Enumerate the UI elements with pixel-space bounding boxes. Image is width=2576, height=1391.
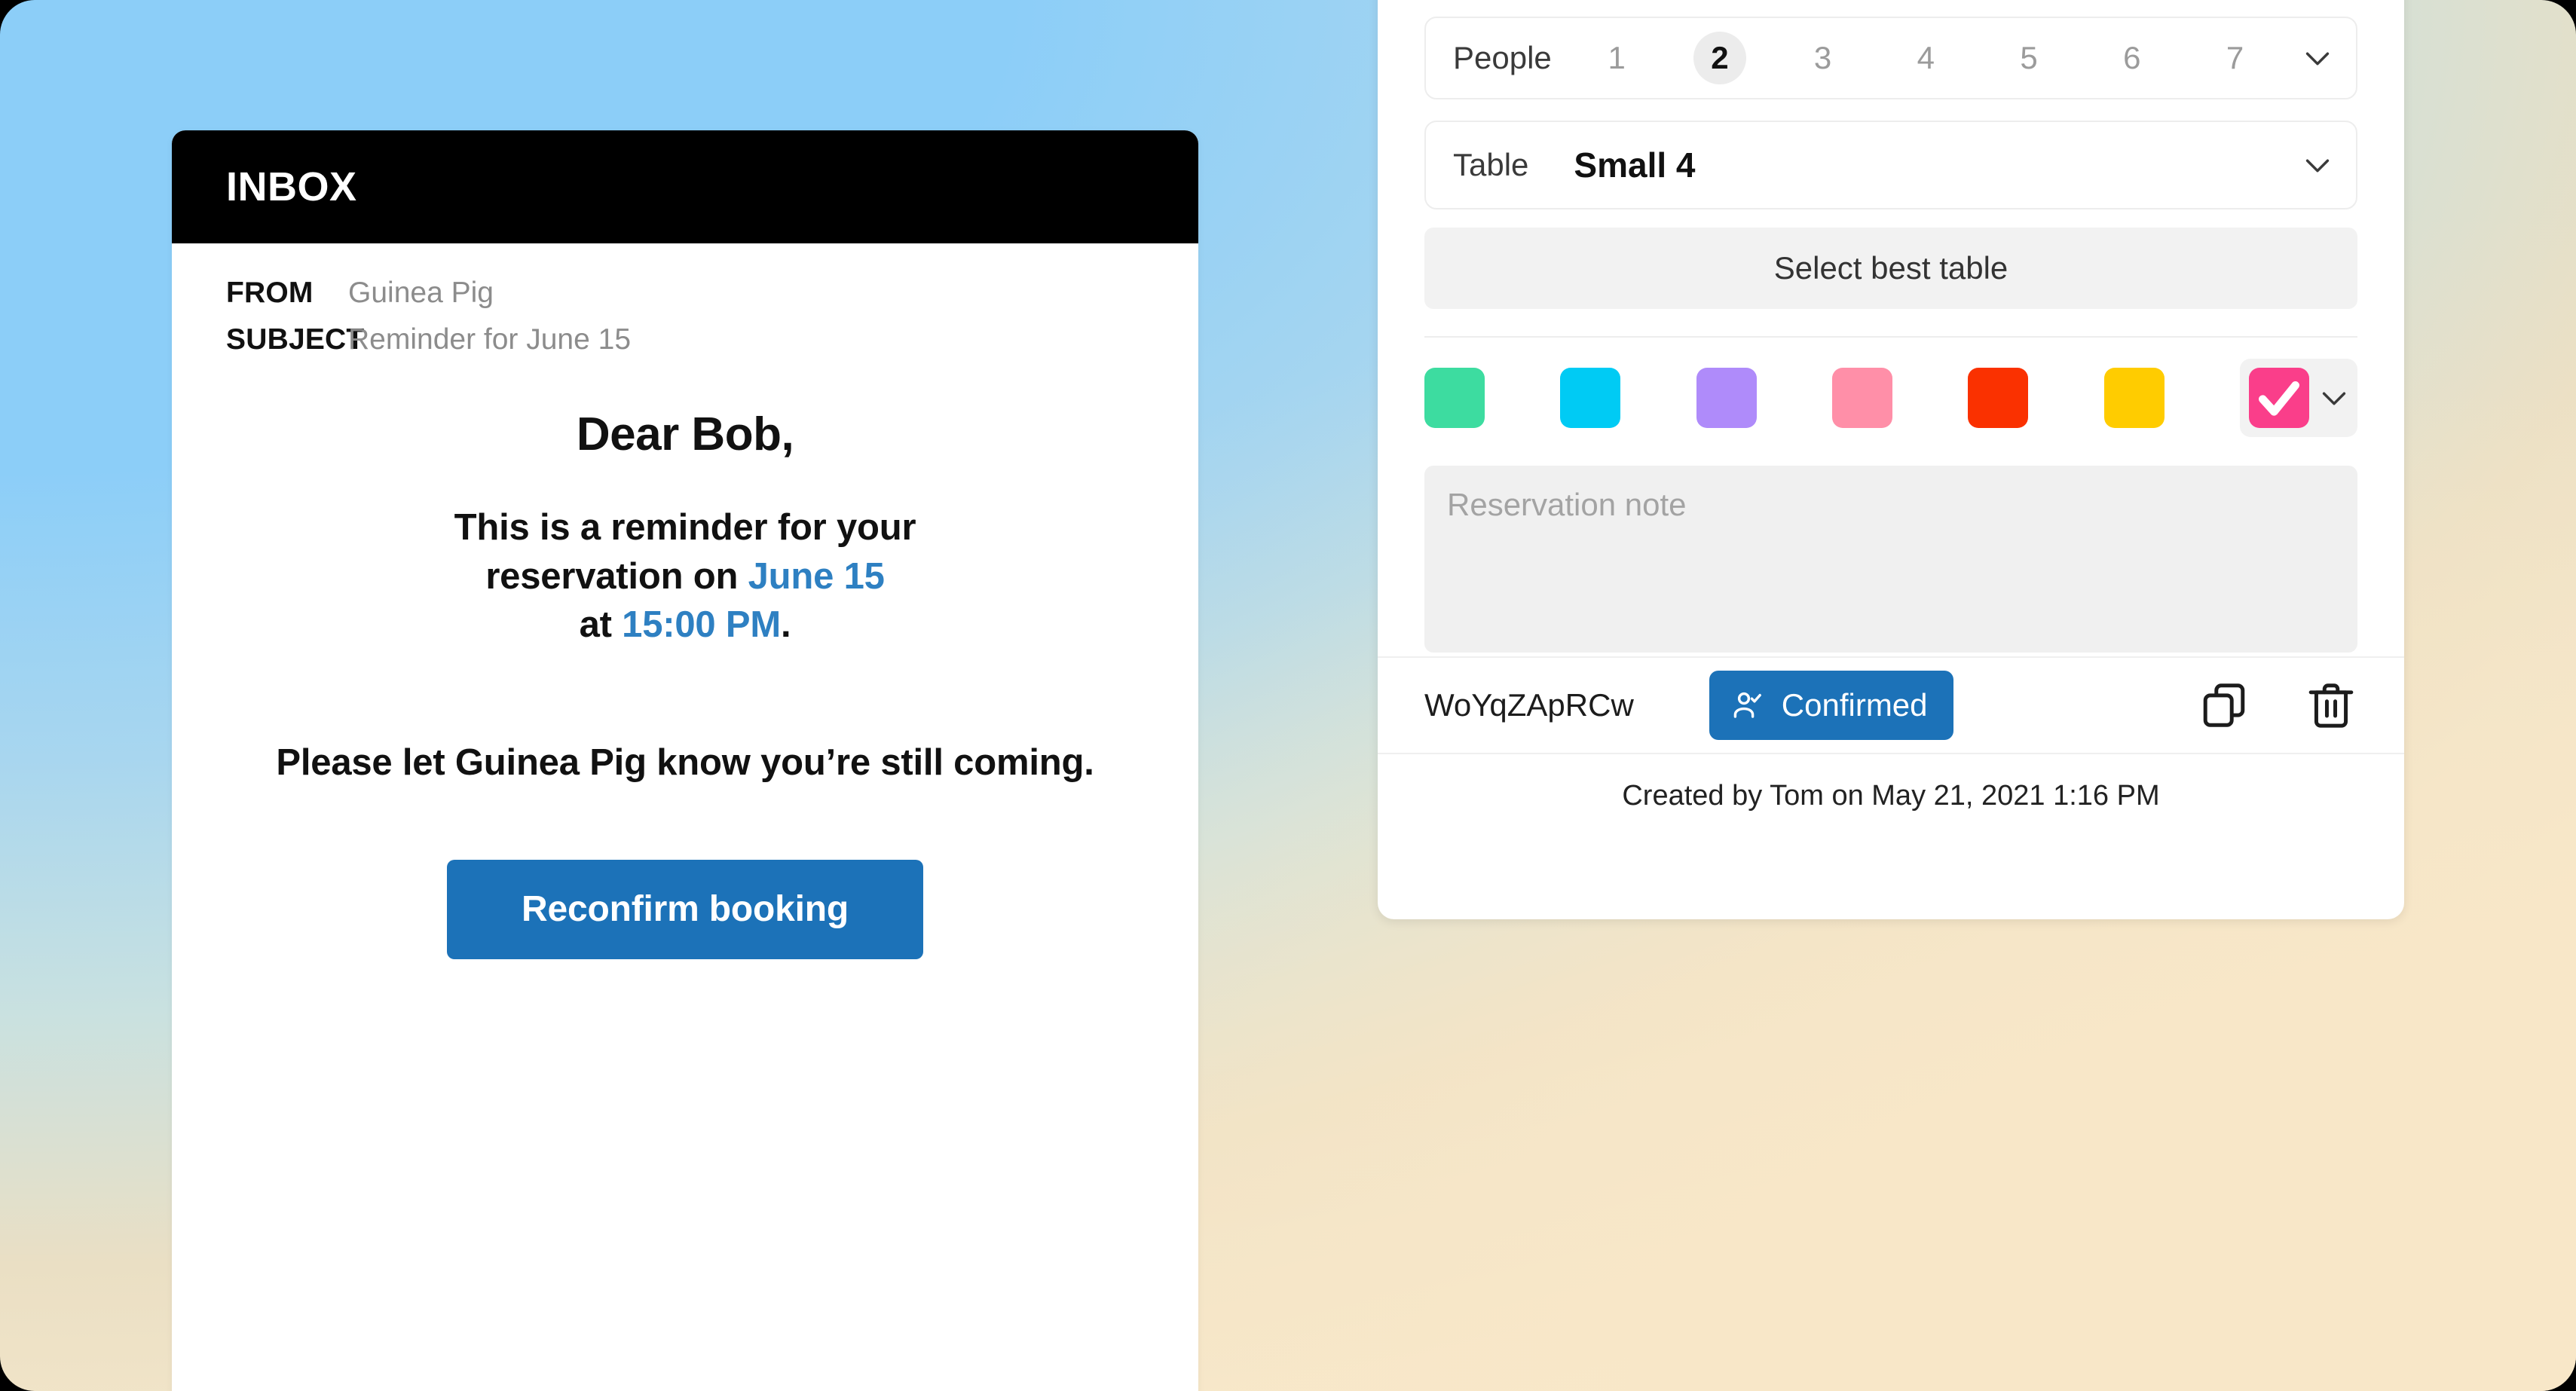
reservation-note-input[interactable] [1424,466,2357,653]
delete-button[interactable] [2305,679,2357,732]
reservation-action-bar: WoYqZApRCw Confirmed [1378,656,2404,753]
email-greeting: Dear Bob, [576,408,794,460]
app-background: INBOX FROM Guinea Pig SUBJECT Reminder f… [0,0,2576,1391]
table-value: Small 4 [1574,145,1696,185]
color-swatch-green[interactable] [1424,368,1485,428]
chevron-down-icon[interactable] [2300,41,2335,75]
reservation-footer: Created by Tom on May 21, 2021 1:16 PM [1378,753,2404,837]
check-icon [2258,381,2299,416]
color-swatch-pink-selected[interactable] [2248,368,2309,428]
trash-icon [2308,683,2354,728]
people-option-4[interactable]: 4 [1899,32,1952,84]
confirmed-status-button[interactable]: Confirmed [1709,671,1953,740]
reservation-editor-card: People 1 2 3 4 5 6 7 Table Small 4 Selec… [1378,0,2404,919]
reminder-line-3-prefix: at [579,604,623,646]
reminder-line-3-suffix: . [781,604,791,646]
people-option-5[interactable]: 5 [2002,32,2055,84]
section-divider [1424,336,2357,338]
from-label: FROM [226,277,314,309]
chevron-down-icon[interactable] [2300,148,2335,182]
reconfirm-booking-button[interactable]: Reconfirm booking [447,859,923,959]
table-label: Table [1453,147,1529,182]
color-swatch-purple[interactable] [1696,368,1757,428]
from-value: Guinea Pig [348,277,494,309]
email-reminder-paragraph: This is a reminder for your reservation … [268,503,1102,650]
reservation-code: WoYqZApRCw [1424,687,1634,723]
email-closing-paragraph: Please let Guinea Pig know you’re still … [276,742,1094,784]
email-meta: FROM Guinea Pig SUBJECT Reminder for Jun… [172,243,1198,356]
copy-button[interactable] [2198,679,2250,732]
inbox-title: INBOX [226,164,357,209]
people-option-1[interactable]: 1 [1590,32,1643,84]
people-option-2[interactable]: 2 [1693,32,1746,84]
confirmed-label: Confirmed [1781,687,1928,723]
people-option-list: 1 2 3 4 5 6 7 [1565,32,2287,84]
people-option-7[interactable]: 7 [2209,32,2262,84]
subject-label: SUBJECT [226,323,365,356]
color-swatch-cyan[interactable] [1560,368,1621,428]
people-option-6[interactable]: 6 [2106,32,2158,84]
select-best-table-button[interactable]: Select best table [1424,228,2357,309]
email-from-row: FROM Guinea Pig [226,277,1198,310]
reservation-fields: People 1 2 3 4 5 6 7 Table Small 4 Selec… [1378,17,2404,656]
email-subject-row: SUBJECT Reminder for June 15 [226,323,1198,356]
subject-value: Reminder for June 15 [348,323,632,356]
email-body: Dear Bob, This is a reminder for your re… [172,408,1198,959]
table-field[interactable]: Table Small 4 [1424,121,2357,209]
reservation-time-link[interactable]: 15:00 PM [622,604,781,645]
color-swatch-yellow[interactable] [2103,368,2165,428]
reminder-line-2-prefix: reservation on [485,555,748,597]
people-label: People [1453,40,1552,75]
person-check-icon [1733,692,1761,718]
color-swatch-selected-group [2239,359,2357,437]
email-header-bar: INBOX [172,130,1198,243]
chevron-down-icon[interactable] [2317,381,2351,415]
email-preview-card: INBOX FROM Guinea Pig SUBJECT Reminder f… [172,130,1198,1391]
copy-icon [2203,683,2245,727]
reminder-line-1: This is a reminder for your [454,507,916,548]
color-swatch-row [1424,359,2357,437]
people-option-3[interactable]: 3 [1797,32,1849,84]
color-swatch-pink-light[interactable] [1831,368,1892,428]
reservation-date-link[interactable]: June 15 [748,556,885,597]
people-field[interactable]: People 1 2 3 4 5 6 7 [1424,17,2357,99]
created-by-text: Created by Tom on May 21, 2021 1:16 PM [1622,779,2160,812]
color-swatch-red[interactable] [1968,368,2029,428]
